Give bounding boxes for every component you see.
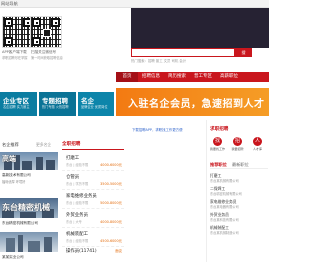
promo-subtitle: 名企招聘 实力雇主 (3, 105, 30, 109)
nav-item-home[interactable]: 首页 (116, 72, 138, 82)
job-meta: 东台 | 学历不限 (66, 182, 89, 186)
company-name[interactable]: 东台精密机械有限公司 (2, 221, 38, 226)
promo-subtitle: 品牌企业 优质岗位 (81, 105, 108, 109)
job-tabs: 全职招聘 (62, 141, 124, 150)
hot-search-words[interactable]: 热门搜索：招聘 普工 文员 司机 会计 (131, 58, 186, 63)
company-tagline: 福利优厚 环境好 (2, 180, 26, 184)
right-job-company: 东台某机械制造公司 (210, 231, 239, 235)
right-job-company: 东台某科技有限公司 (210, 218, 239, 222)
job-row[interactable]: 外贸业务员 东台 | 大专 4000-8000元 (62, 209, 124, 228)
job-title: 仓管员 (66, 175, 80, 180)
right-job-company: 东台某机械有限公司 (210, 179, 239, 183)
post-job-button[interactable]: 招 我要招聘 (229, 136, 246, 154)
promo-special[interactable]: 专题招聘 热门专题 火热招聘 (39, 92, 76, 116)
people-icon: 人 (253, 137, 262, 146)
header-dark-panel (131, 8, 269, 48)
nav-item-resumes[interactable]: 简历搜索 (168, 72, 186, 82)
right-job-company: 东台精密机械有限公司 (210, 192, 242, 196)
wechat-qr-code (30, 16, 62, 48)
company-name[interactable]: 高新技术有限公司 (2, 173, 31, 178)
quick-label: 我要招聘 (231, 147, 244, 151)
job-title: 机械装配工 (66, 232, 88, 237)
promo-famous[interactable]: 名企 品牌企业 优质岗位 (78, 92, 114, 116)
job-salary: 4000-6000元 (100, 163, 122, 167)
company-banner-1-label: 高端 (2, 155, 16, 163)
job-salary: 4000-8000元 (100, 220, 122, 224)
app-qr-subcaption: 求职招聘尽在掌握 (2, 56, 28, 60)
site-nav-link[interactable]: 网站导航 (1, 1, 18, 7)
job-salary: 4500-6000元 (100, 239, 122, 243)
right-tabs: 推荐职位 最新职位 (210, 162, 268, 169)
qr-logo-icon (43, 29, 51, 37)
wechat-qr-subcaption: 第一时间获取招聘信息 (31, 56, 63, 60)
job-salary: 面议 (115, 249, 122, 253)
left-more-link[interactable]: 更多名企 (36, 142, 51, 148)
job-meta: 东台 | 大专 (66, 220, 82, 224)
job-title: 外贸业务员 (66, 213, 88, 218)
promo-subtitle: 热门专题 火热招聘 (42, 105, 69, 109)
briefcase-icon: 找 (213, 137, 222, 146)
main-nav: 招聘信息 简历搜索 普工专区 高薪职位 (116, 72, 269, 82)
company-banner-1[interactable]: 高端 (0, 152, 58, 170)
job-row[interactable]: 打磨工 东台 | 经验不限 4000-6000元 (62, 152, 124, 171)
job-meta: 东台 | 经验不限 (66, 201, 89, 205)
tab-recommended[interactable]: 推荐职位 (210, 162, 227, 168)
job-title: 操作员(11741) (66, 249, 97, 254)
app-download-notice[interactable]: 下载招聘APP，求职找工作更方便 (132, 127, 183, 132)
job-salary: 3500-5000元 (100, 182, 122, 186)
quick-label: 人才库 (252, 147, 262, 151)
job-meta: 东台 | 经验不限 (66, 239, 89, 243)
job-salary: 5000-8000元 (100, 201, 122, 205)
job-row[interactable]: 仓管员 东台 | 学历不限 3500-5000元 (62, 171, 124, 190)
tab-fulltime[interactable]: 全职招聘 (62, 141, 80, 147)
job-title: 家电维修业务员 (66, 194, 97, 199)
promo-enterprise[interactable]: 企业专区 名企招聘 实力雇主 (0, 92, 37, 116)
search-button[interactable]: 搜 (235, 48, 252, 57)
find-job-button[interactable]: 找 我要找工作 (209, 136, 226, 154)
job-row[interactable]: 家电维修业务员 东台 | 经验不限 5000-8000元 (62, 190, 124, 209)
right-panel-title: 求职招聘 (210, 127, 229, 132)
job-title: 打磨工 (66, 156, 80, 161)
nav-item-jobs[interactable]: 招聘信息 (142, 72, 160, 82)
search-input[interactable] (131, 48, 235, 57)
talent-pool-button[interactable]: 人 人才库 (249, 136, 266, 154)
megaphone-icon: 招 (233, 137, 242, 146)
membership-banner[interactable]: 入驻名企会员，急速招到人才 (116, 88, 269, 116)
quick-label: 我要找工作 (209, 147, 225, 151)
nav-item-high-salary[interactable]: 高薪职位 (220, 72, 238, 82)
top-utility-bar: 网站导航 (0, 0, 269, 8)
job-row[interactable]: 操作员(11741) 面议 (62, 245, 124, 262)
company-banner-2-label: 东台精密机械 (2, 203, 50, 212)
right-job-company: 东台某电器有限公司 (210, 205, 239, 209)
right-panel: 求职招聘 找 我要找工作 招 我要招聘 人 人才库 推荐职位 最新职位 打磨工 … (206, 120, 269, 262)
job-meta: 东台 | 经验不限 (66, 163, 89, 167)
company-banner-2[interactable]: 东台精密机械 (0, 198, 58, 218)
nav-item-general-worker[interactable]: 普工专区 (194, 72, 212, 82)
banner-text: 入驻名企会员，急速招到人才 (128, 99, 265, 110)
left-section-title: 名企推荐 (2, 142, 19, 147)
company-banner-3[interactable] (0, 232, 58, 252)
company-name[interactable]: 某某实业公司 (2, 255, 24, 260)
tab-latest[interactable]: 最新职位 (232, 162, 249, 168)
